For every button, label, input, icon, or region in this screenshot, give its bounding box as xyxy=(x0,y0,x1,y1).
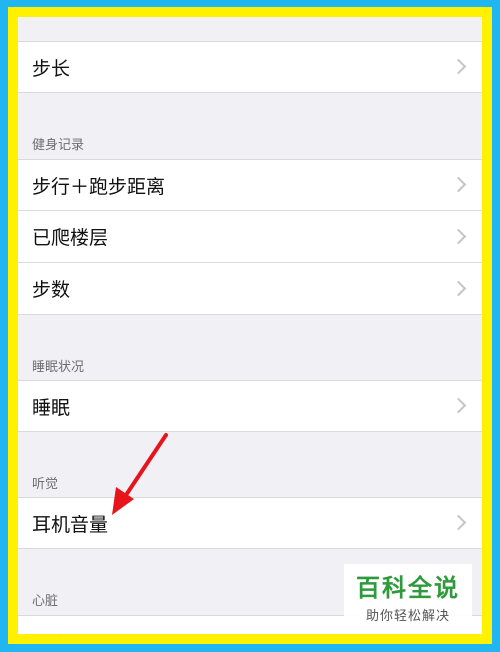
section-header-fitness: 健身记录 xyxy=(32,138,85,153)
row-flights-climbed[interactable]: 已爬楼层 xyxy=(18,211,482,263)
chevron-right-icon xyxy=(450,176,467,193)
chevron-right-icon xyxy=(450,228,467,244)
row-label: 耳机音量 xyxy=(32,513,109,536)
watermark-title: 百科全说 xyxy=(356,574,460,602)
section-header-sleep: 睡眠状况 xyxy=(32,360,85,375)
row-label: 睡眠 xyxy=(32,396,71,419)
row-label: 步长 xyxy=(32,57,71,80)
arrow-shaft xyxy=(120,433,168,503)
watermark-subtitle: 助你轻松解决 xyxy=(365,609,450,624)
section-header-heart: 心脏 xyxy=(32,594,59,609)
row-label: 步行＋跑步距离 xyxy=(32,175,166,198)
screenshot-frame: 步长 健身记录 步行＋跑步距离 已爬楼层 步数 睡眠状况 睡眠 听觉 耳机音量 xyxy=(8,7,492,644)
section-header-hearing: 听觉 xyxy=(32,477,59,492)
row-label: 步数 xyxy=(32,279,71,301)
chevron-right-icon xyxy=(450,397,467,414)
row-walk-run-distance[interactable]: 步行＋跑步距离 xyxy=(18,159,482,211)
row-label: 心率 xyxy=(32,616,70,634)
settings-list: 步长 健身记录 步行＋跑步距离 已爬楼层 步数 睡眠状况 睡眠 听觉 耳机音量 xyxy=(18,17,482,634)
watermark-logo: 百科全说 助你轻松解决 xyxy=(344,564,472,624)
row-steps[interactable]: 步数 xyxy=(18,263,482,315)
chevron-right-icon xyxy=(450,514,467,531)
chevron-right-icon xyxy=(450,280,467,296)
row-step-length[interactable]: 步长 xyxy=(18,41,482,93)
row-headphone-volume[interactable]: 耳机音量 xyxy=(18,497,482,549)
row-label: 已爬楼层 xyxy=(32,227,109,249)
chevron-right-icon xyxy=(450,58,467,75)
row-sleep[interactable]: 睡眠 xyxy=(18,380,482,432)
